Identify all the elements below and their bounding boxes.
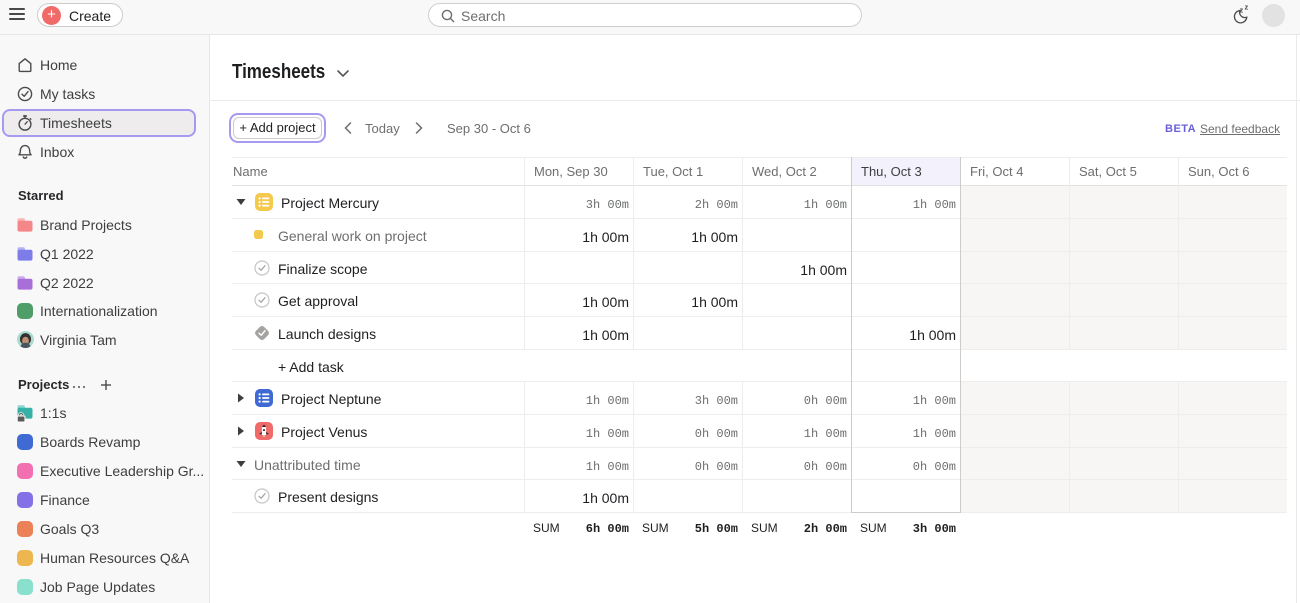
svg-text:z: z <box>1240 6 1244 15</box>
svg-text:z: z <box>1245 4 1249 12</box>
